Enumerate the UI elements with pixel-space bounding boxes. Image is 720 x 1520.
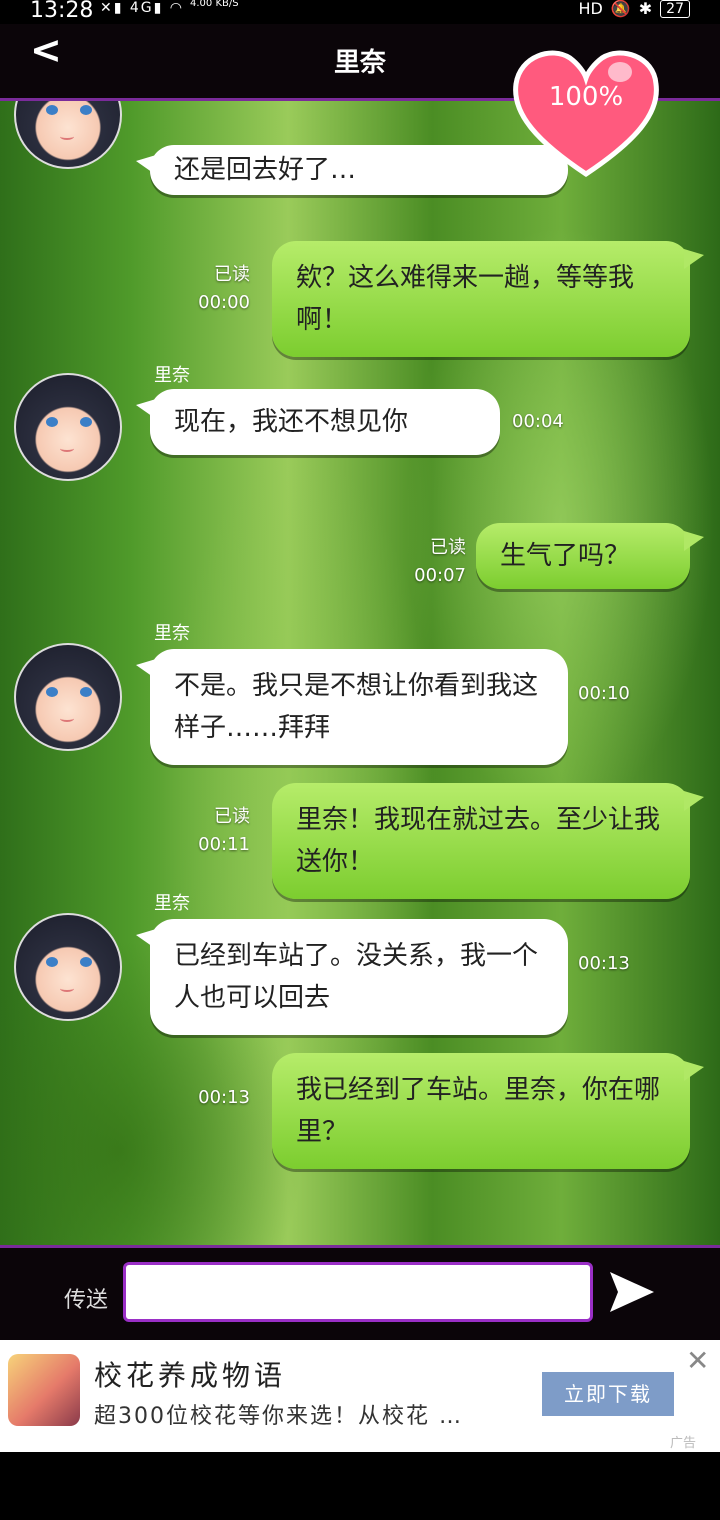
ad-description: 超300位校花等你来选！从校花 … <box>94 1404 463 1429</box>
read-status: 已读 <box>214 806 250 827</box>
status-icons: HD 🔕 ✱ 27 <box>578 0 690 18</box>
message-bubble-out: 里奈！我现在就过去。至少让我送你！ <box>272 783 704 899</box>
hd-icon: HD <box>578 0 603 18</box>
message-meta: 已读 00:11 <box>150 803 250 859</box>
message-time: 00:13 <box>578 953 630 974</box>
ad-banner[interactable]: 校花养成物语 超300位校花等你来选！从校花 … 立即下载 ✕ 广告 <box>0 1340 720 1452</box>
send-label: 传送 <box>64 1288 109 1313</box>
system-nav-bar <box>0 1452 720 1520</box>
message-meta: 00:13 <box>150 1084 250 1112</box>
avatar[interactable] <box>14 643 122 751</box>
network-speed: 4.00 KB/S <box>190 0 239 9</box>
message-input[interactable] <box>123 1262 593 1322</box>
message-meta: 已读 00:07 <box>360 534 466 590</box>
message-bubble-in: 还是回去好了… <box>136 145 568 195</box>
send-icon[interactable] <box>608 1270 656 1314</box>
message-bubble-out: 生气了吗？ <box>476 523 704 589</box>
battery-icon: 27 <box>660 0 690 18</box>
message-time: 00:00 <box>198 292 250 313</box>
bluetooth-icon: ✱ <box>638 0 653 18</box>
avatar[interactable] <box>14 101 122 169</box>
message-input-bar: 传送 <box>0 1245 720 1343</box>
sender-name: 里奈 <box>154 623 190 644</box>
affection-heart-icon <box>513 50 659 178</box>
message-bubble-out: 我已经到了车站。里奈，你在哪里？ <box>272 1053 704 1169</box>
avatar[interactable] <box>14 373 122 481</box>
message-bubble-in: 已经到车站了。没关系，我一个人也可以回去 <box>136 919 568 1035</box>
message-time: 00:10 <box>578 683 630 704</box>
message-bubble-in: 不是。我只是不想让你看到我这样子……拜拜 <box>136 649 568 765</box>
signal-icon: ✕▮ 4G▮ ◠ <box>100 0 185 16</box>
avatar[interactable] <box>14 913 122 1021</box>
message-bubble-in: 现在，我还不想见你 <box>136 389 500 455</box>
ad-app-icon <box>8 1354 80 1426</box>
status-time: 13:28 <box>30 0 94 23</box>
ad-title: 校花养成物语 <box>94 1359 287 1392</box>
message-time: 00:11 <box>198 834 250 855</box>
sender-name: 里奈 <box>154 365 190 386</box>
sender-name: 里奈 <box>154 893 190 914</box>
ad-tag: 广告 <box>670 1436 697 1451</box>
close-icon[interactable]: ✕ <box>686 1344 709 1377</box>
message-time: 00:04 <box>512 411 564 432</box>
mute-bell-icon: 🔕 <box>610 0 631 18</box>
message-time: 00:07 <box>414 565 466 586</box>
message-bubble-out: 欸？这么难得来一趟，等等我啊！ <box>272 241 704 357</box>
read-status: 已读 <box>430 537 466 558</box>
chat-area[interactable]: 还是回去好了… 已读 00:00 欸？这么难得来一趟，等等我啊！ 里奈 现在，我… <box>0 101 720 1245</box>
affection-percent: 100% <box>548 82 624 112</box>
message-meta: 已读 00:00 <box>150 261 250 317</box>
message-time: 00:13 <box>198 1087 250 1108</box>
read-status: 已读 <box>214 264 250 285</box>
status-bar: 13:28 ✕▮ 4G▮ ◠ 4.00 KB/S HD 🔕 ✱ 27 <box>0 0 720 24</box>
ad-download-button[interactable]: 立即下载 <box>542 1372 674 1416</box>
